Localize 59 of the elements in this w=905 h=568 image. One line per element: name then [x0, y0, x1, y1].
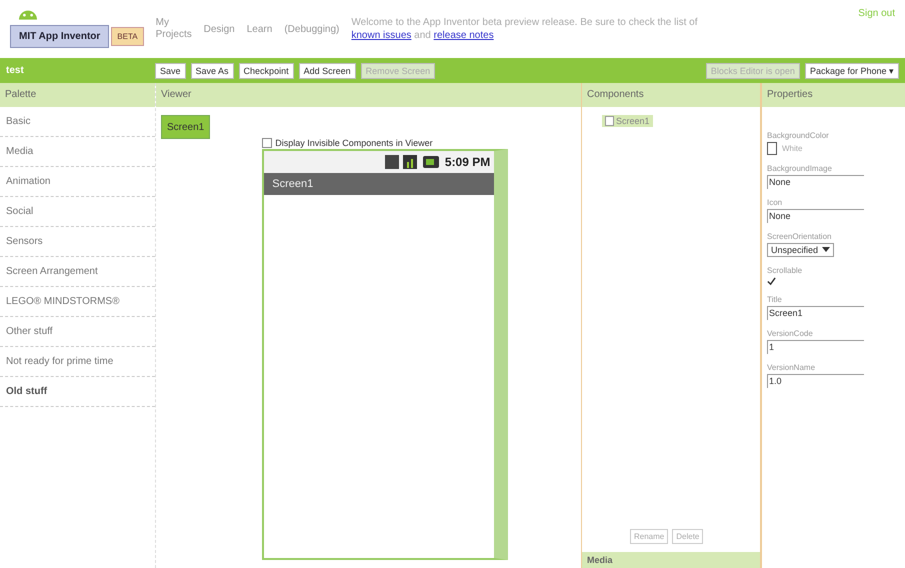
toolbar-button[interactable]: Package for Phone ▾	[804, 62, 899, 78]
property-checkbox[interactable]	[767, 277, 776, 286]
color-swatch[interactable]	[767, 142, 777, 155]
tree-label: Screen1	[616, 116, 650, 126]
app-logo[interactable]: MIT App Inventor	[10, 24, 110, 48]
screen-title-bar: Screen1	[264, 173, 494, 195]
property-label: Title	[767, 295, 783, 304]
palette-category[interactable]: Animation	[0, 167, 155, 197]
property-label: Icon	[767, 198, 784, 207]
palette-category[interactable]: LEGO® MINDSTORMS®	[0, 287, 155, 317]
nav-link[interactable]: My Projects	[156, 17, 192, 41]
property-label: ScreenOrientation	[767, 232, 832, 241]
property-label: VersionCode	[767, 329, 814, 338]
palette-category[interactable]: Social	[0, 197, 155, 227]
property-label: VersionName	[767, 363, 816, 372]
known-issues-link[interactable]: known issues	[351, 30, 412, 41]
caret-icon	[822, 247, 830, 253]
property-field[interactable]: None	[767, 209, 864, 223]
property-field[interactable]: 1.0	[767, 374, 864, 388]
status-time: 5:09 PM	[444, 155, 490, 169]
tree-item[interactable]: Screen1	[602, 115, 653, 127]
checkbox-label: Display Invisible Components in Viewer	[275, 138, 433, 148]
media-header: Media	[582, 552, 760, 568]
toolbar-button[interactable]: Save As	[190, 62, 234, 78]
toolbar-button[interactable]: Save	[155, 62, 186, 78]
nav-link[interactable]: (Debugging)	[284, 24, 340, 34]
property-field[interactable]: 1	[767, 340, 864, 354]
status-icons-drawing	[384, 154, 441, 170]
property-field[interactable]: Screen1	[767, 306, 864, 320]
nav-link[interactable]: Learn	[246, 24, 272, 34]
property-label: Scrollable	[767, 266, 804, 275]
palette-category[interactable]: Not ready for prime time	[0, 347, 155, 377]
project-name: test	[6, 65, 25, 76]
toolbar-button[interactable]: Add Screen	[298, 62, 356, 78]
beta-badge: BETA	[111, 26, 144, 46]
property-label: BackgroundColor	[767, 131, 830, 140]
viewer-header: Viewer	[156, 83, 581, 107]
property-dropdown[interactable]: Unspecified	[767, 243, 834, 257]
components-header: Components	[582, 83, 760, 107]
palette-header: Palette	[0, 83, 155, 107]
nav-link[interactable]: Design	[204, 24, 235, 34]
properties-header: Properties	[762, 83, 905, 107]
component-action-button[interactable]: Delete	[672, 529, 704, 544]
property-label: BackgroundImage	[767, 164, 833, 173]
checkbox[interactable]	[262, 138, 272, 148]
palette-category[interactable]: Media	[0, 137, 155, 167]
palette-category[interactable]: Other stuff	[0, 317, 155, 347]
screen-icon	[605, 116, 614, 126]
property-field[interactable]: None	[767, 175, 864, 189]
component-action-button[interactable]: Rename	[630, 529, 668, 544]
palette-category[interactable]: Basic	[0, 107, 155, 137]
palette-category[interactable]: Sensors	[0, 227, 155, 257]
toolbar-button[interactable]: Checkpoint	[238, 62, 294, 78]
welcome-message: Welcome to the App Inventor beta preview release. Be sure to check the list of known issues and release notes	[351, 16, 698, 42]
color-name: White	[782, 144, 802, 153]
release-notes-link[interactable]: release notes	[434, 30, 494, 41]
palette-category[interactable]: Screen Arrangement	[0, 257, 155, 287]
palette-category[interactable]: Old stuff	[0, 377, 155, 407]
screen-selector-button[interactable]: Screen1	[161, 115, 210, 139]
